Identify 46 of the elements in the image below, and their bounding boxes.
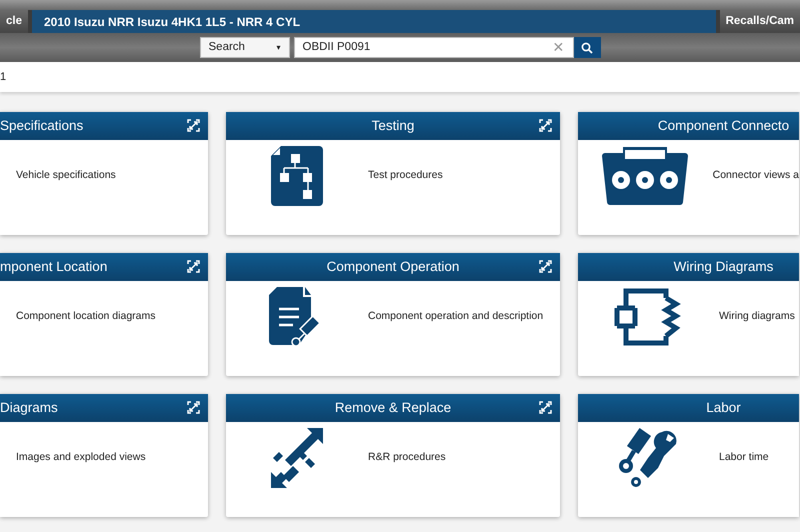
card-title: Specifications	[0, 116, 84, 135]
category-card[interactable]: Specifications Vehicle specifications	[0, 112, 208, 235]
category-card[interactable]: Remove & Replace R&R procedures	[226, 394, 560, 517]
card-title: Labor	[706, 398, 741, 417]
card-description: Wiring diagrams	[719, 308, 795, 324]
card-description: Images and exploded views	[16, 450, 146, 465]
card-title: mponent Location	[0, 258, 108, 276]
card-title: Component Operation	[326, 258, 460, 276]
category-card[interactable]: Component Operation Component operation and description	[226, 253, 560, 376]
expand-icon[interactable]	[187, 401, 200, 414]
card-description: Component location diagrams	[16, 308, 156, 324]
card-description: Test procedures	[368, 168, 443, 183]
card-title: Diagrams	[0, 398, 58, 417]
card-description: Connector views a	[712, 168, 799, 183]
vehicle-button[interactable]: cle	[0, 10, 28, 33]
category-card[interactable]: Diagrams Images and exploded views	[0, 394, 208, 517]
expand-icon[interactable]	[539, 119, 552, 132]
card-title: Testing	[372, 116, 414, 135]
category-card[interactable]: Component Connecto Connector views a	[578, 112, 799, 235]
search-button[interactable]	[574, 37, 600, 58]
expand-icon[interactable]	[539, 260, 552, 273]
card-title: Component Connecto	[658, 116, 790, 135]
card-title: Remove & Replace	[334, 398, 452, 417]
expand-icon[interactable]	[187, 119, 200, 132]
circuit-icon	[614, 288, 684, 346]
card-description: Component operation and description	[368, 308, 544, 324]
search-field[interactable]: OBDII P0091 ✕	[294, 37, 574, 58]
expand-icon[interactable]	[187, 260, 200, 273]
category-card[interactable]: Wiring Diagrams Wiring diagrams	[578, 253, 799, 376]
connector-icon	[601, 146, 690, 204]
card-description: R&R procedures	[368, 450, 446, 465]
swap-arrows-icon	[271, 428, 323, 488]
piston-wrench-icon	[618, 428, 680, 488]
card-description: Vehicle specifications	[16, 168, 116, 183]
breadcrumb[interactable]: 1	[0, 68, 6, 86]
category-card[interactable]: Labor Labor time	[578, 394, 799, 517]
search-scope-dropdown[interactable]: Search ▾	[200, 37, 290, 58]
category-card[interactable]: Testing Test procedures	[226, 112, 560, 235]
expand-icon[interactable]	[539, 401, 552, 414]
card-title: Wiring Diagrams	[674, 258, 774, 276]
recalls-button[interactable]: Recalls/Cam	[720, 10, 800, 33]
card-description: Labor time	[719, 450, 769, 465]
vehicle-title: 2010 Isuzu NRR Isuzu 4HK1 1L5 - NRR 4 CYL	[32, 10, 716, 33]
search-icon	[581, 42, 593, 54]
category-card[interactable]: mponent Location Component location diagrams	[0, 253, 208, 376]
flowchart-document-icon	[271, 146, 323, 206]
